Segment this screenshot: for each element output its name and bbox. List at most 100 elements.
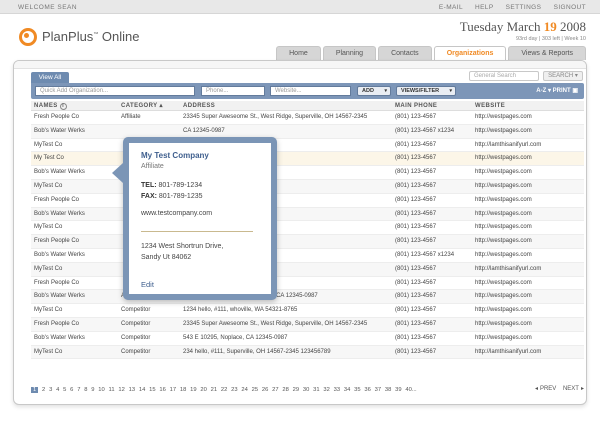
phone-input[interactable]: Phone... [201,86,265,96]
table-row[interactable]: MyTest Co567-2345 123456789(801) 123-456… [31,221,584,236]
next-button[interactable]: NEXT [563,386,579,392]
page-link[interactable]: 1 [31,387,39,393]
column-header-address[interactable]: ADDRESS [180,101,392,110]
table-row[interactable]: Bob's Water Werks CA 12345-0987 (801) 123-… [31,124,584,139]
page-link[interactable]: 35 [354,387,360,393]
page-link[interactable]: 37 [375,387,381,393]
website-input[interactable]: Website... [270,86,351,96]
email-link[interactable]: E-MAIL [439,4,463,11]
page-link[interactable]: 27 [272,387,278,393]
quick-add-input[interactable]: Quick Add Organization... [35,86,195,96]
popup-telephone: TEL: 801-789-1234 [141,182,203,189]
page-link[interactable]: 10 [98,387,104,393]
page-link[interactable]: 9 [91,387,94,393]
tab-organizations[interactable]: Organizations [433,46,507,60]
general-search-input[interactable]: General Search [469,71,539,81]
column-header-website[interactable]: WEBSITE [472,101,584,110]
prev-button[interactable]: PREV [540,386,556,392]
page-link[interactable]: 21 [211,387,217,393]
page-link[interactable]: 39 [395,387,401,393]
page-link[interactable]: 23 [231,387,237,393]
table-row[interactable]: Bob's Water WerksAffiliate543 E 10295, R… [31,290,584,305]
table-row[interactable]: Bob's Water Werks0987(801) 123-4567http:… [31,207,584,222]
popup-website[interactable]: www.testcompany.com [141,210,212,217]
help-link[interactable]: HELP [475,4,493,11]
page-link[interactable]: 18 [180,387,186,393]
cell-name: Fresh People Co [34,196,80,203]
page-link[interactable]: 14 [139,387,145,393]
print-button[interactable]: PRINT [553,88,571,94]
tab-contacts[interactable]: Contacts [378,46,432,60]
page-link[interactable]: 31 [313,387,319,393]
table-row[interactable]: Fresh People Colle, OH 14567-2345(801) 1… [31,277,584,291]
page-link[interactable]: 38 [385,387,391,393]
page-link[interactable]: 20 [200,387,206,393]
page-link[interactable]: 28 [282,387,288,393]
logo[interactable]: PlanPlus™ Online [16,24,140,48]
cell-phone: (801) 123-4567 [395,114,437,120]
table-row[interactable]: Fresh People Colle, OH 14567-2345(801) 1… [31,194,584,208]
table-row[interactable]: MyTest Co21-8765(801) 123-4567http://lam… [31,262,584,277]
prev-arrow-icon[interactable]: ◂ [535,386,538,392]
popup-address-line1: 1234 West Shortrun Drive, [141,243,224,250]
view-all-tab[interactable]: View All [31,72,69,83]
page-link[interactable]: 4 [56,387,59,393]
cell-website: http://westpages.com [475,127,532,134]
cell-phone: (801) 123-4567 [395,238,437,245]
page-link[interactable]: 40... [405,387,416,393]
page-link[interactable]: 6 [70,387,73,393]
table-row[interactable]: Bob's Water Werks Competitor 543 E 10295, … [31,332,584,346]
table-row[interactable]: MyTest Co Competitor 234 hello, #111, Supe… [31,345,584,360]
page-link[interactable]: 25 [252,387,258,393]
page-link[interactable]: 16 [159,387,165,393]
sort-print-controls: A-Z ▾ PRINT ▣ [536,87,578,94]
popup-edit-link[interactable]: Edit [141,280,154,289]
page-link[interactable]: 33 [334,387,340,393]
table-row[interactable]: MyTest Co21-8765(801) 123-4567http://lam… [31,139,584,153]
table-row[interactable]: Fresh People Co Competitor 23345 Super Awe… [31,317,584,332]
signout-link[interactable]: SIGNOUT [554,4,586,11]
page-link[interactable]: 29 [293,387,299,393]
tab-home[interactable]: Home [276,46,321,60]
page-link[interactable]: 11 [109,387,115,393]
page-link[interactable]: 34 [344,387,350,393]
cell-phone: (801) 123-4567 [395,265,437,272]
page-link[interactable]: 12 [118,387,124,393]
table-row[interactable]: Bob's Water Werks12345-0987(801) 123-456… [31,249,584,263]
popup-company-name[interactable]: My Test Company [141,151,209,160]
page-link[interactable]: 8 [84,387,87,393]
column-header-main-phone[interactable]: MAIN PHONE [392,101,472,110]
sort-az-button[interactable]: A-Z [536,88,546,94]
page-link[interactable]: 13 [129,387,135,393]
next-arrow-icon[interactable]: ▸ [581,386,584,392]
add-button[interactable]: ADD ▾ [357,86,391,96]
settings-link[interactable]: SETTINGS [506,4,542,11]
page-link[interactable]: 2 [42,387,45,393]
column-header-category[interactable]: CATEGORY ▴ [118,101,180,110]
cell-website: http://westpages.com [475,210,532,217]
page-link[interactable]: 32 [323,387,329,393]
page-link[interactable]: 7 [77,387,80,393]
cell-category: Competitor [121,348,151,355]
page-link[interactable]: 3 [49,387,52,393]
printer-icon[interactable]: ▣ [572,88,578,94]
column-header-names[interactable]: NAMES i [31,101,118,110]
tab-views-reports[interactable]: Views & Reports [508,46,586,60]
table-row[interactable]: Fresh People CoCA 12345-0987 123456789(8… [31,235,584,249]
page-link[interactable]: 30 [303,387,309,393]
page-link[interactable]: 15 [149,387,155,393]
table-row[interactable]: Fresh People Co Affiliate 23345 Super Awes… [31,111,584,125]
info-icon[interactable]: i [59,103,67,110]
views-filter-button[interactable]: VIEWS/FILTER ▾ [396,86,456,96]
page-link[interactable]: 36 [364,387,370,393]
table-row[interactable]: MyTest Co Competitor 1234 hello, #111, who… [31,304,584,318]
cell-phone: (801) 123-4567 [395,196,437,203]
page-link[interactable]: 5 [63,387,66,393]
tab-planning[interactable]: Planning [322,46,377,60]
page-link[interactable]: 22 [221,387,227,393]
page-link[interactable]: 19 [190,387,196,393]
page-link[interactable]: 17 [170,387,176,393]
search-button[interactable]: SEARCH ▾ [543,71,583,81]
page-link[interactable]: 26 [262,387,268,393]
page-link[interactable]: 24 [241,387,247,393]
